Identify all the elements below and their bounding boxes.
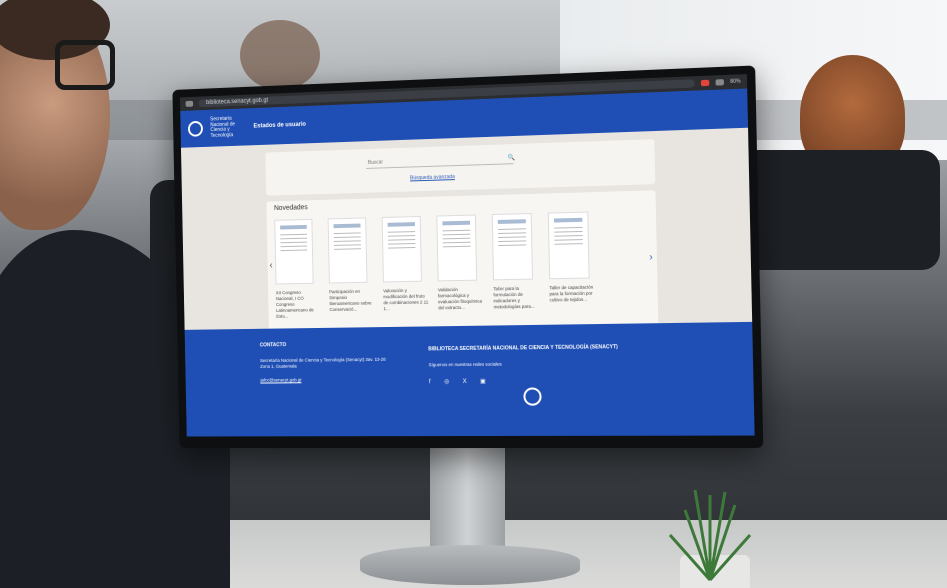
news-item[interactable]: Taller para la formulación de indicadore… — [491, 213, 540, 317]
nav-user-status-link[interactable]: Estados de usuario — [253, 122, 306, 130]
contact-address: Secretaría Nacional de Ciencia y Tecnolo… — [260, 356, 386, 369]
footer-seal-icon — [523, 387, 542, 406]
glasses — [55, 40, 115, 90]
background-chair — [740, 150, 940, 270]
main-content: Buscar 🔍 Búsqueda avanzada Novedades ‹ X… — [181, 128, 753, 350]
document-thumbnail[interactable] — [491, 213, 534, 281]
news-item[interactable]: Participación en Simposio Iberoamericano… — [327, 217, 374, 319]
news-item[interactable]: XII Congreso Nacional, I CO Congreso Lat… — [274, 218, 320, 320]
news-caption[interactable]: Valoración y modificación del fruto de c… — [383, 288, 428, 313]
social-icons[interactable]: f ◎ X ▣ — [429, 376, 671, 385]
site-footer: CONTACTO Secretaría Nacional de Ciencia … — [184, 321, 755, 437]
social-text: Síguenos en nuestras redes sociales — [428, 361, 502, 368]
plant-icon — [668, 489, 752, 581]
news-carousel: XII Congreso Nacional, I CO Congreso Lat… — [274, 210, 650, 320]
news-caption[interactable]: Taller para la formulación de indicadore… — [493, 286, 540, 311]
news-caption[interactable]: Validación farmacológica y evaluación fi… — [438, 287, 484, 312]
monitor: biblioteca.senacyt.gob.gt 80% Secretaría… — [172, 65, 764, 449]
extension-icon[interactable] — [700, 79, 710, 87]
footer-library: BIBLIOTECA SECRETARÍA NACIONAL DE CIENCI… — [428, 344, 671, 385]
menu-icon[interactable] — [715, 79, 724, 86]
background-person — [240, 20, 320, 90]
library-heading: BIBLIOTECA SECRETARÍA NACIONAL DE CIENCI… — [428, 344, 618, 353]
document-thumbnail[interactable] — [381, 215, 422, 283]
logo-text: Secretaría Nacional de Ciencia y Tecnolo… — [210, 115, 236, 139]
search-input[interactable]: Buscar — [365, 152, 514, 169]
zoom-level: 80% — [730, 78, 741, 86]
news-caption[interactable]: Participación en Simposio Iberoamericano… — [329, 289, 374, 313]
news-item[interactable]: Valoración y modificación del fruto de c… — [381, 215, 429, 318]
search-icon[interactable]: 🔍 — [507, 154, 515, 161]
carousel-prev-icon[interactable]: ‹ — [269, 260, 272, 271]
back-icon[interactable] — [185, 100, 194, 107]
news-title: Novedades — [273, 204, 308, 213]
carousel-next-icon[interactable]: › — [649, 252, 653, 263]
advanced-search-link[interactable]: Búsqueda avanzada — [410, 174, 455, 181]
news-caption[interactable]: Taller de capacitación para la formación… — [549, 284, 596, 303]
screen: biblioteca.senacyt.gob.gt 80% Secretaría… — [179, 74, 755, 437]
contact-email-link[interactable]: jafcc@senacyt.gob.gt — [260, 377, 394, 382]
document-thumbnail[interactable] — [436, 214, 478, 282]
search-card: Buscar 🔍 Búsqueda avanzada — [265, 139, 656, 196]
news-item[interactable]: Validación farmacológica y evaluación fi… — [436, 214, 484, 317]
news-caption[interactable]: XII Congreso Nacional, I CO Congreso Lat… — [276, 290, 320, 320]
document-thumbnail[interactable] — [274, 218, 314, 285]
document-thumbnail[interactable] — [547, 211, 590, 280]
document-thumbnail[interactable] — [327, 217, 368, 284]
footer-contact: CONTACTO Secretaría Nacional de Ciencia … — [259, 341, 395, 382]
news-item[interactable]: Taller de capacitación para la formación… — [547, 211, 597, 315]
contact-heading: CONTACTO — [259, 342, 287, 349]
monitor-stand-base — [360, 545, 580, 585]
senacyt-logo-icon[interactable] — [187, 120, 204, 137]
